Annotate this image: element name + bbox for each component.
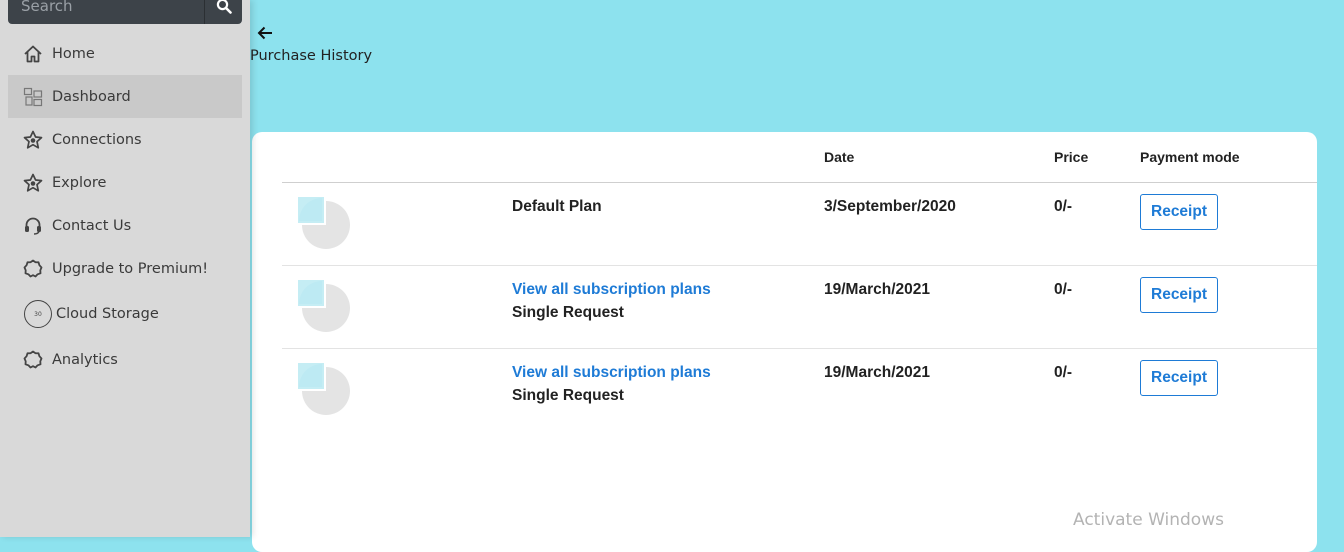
sidebar-item-label: Upgrade to Premium!: [52, 260, 209, 277]
price-cell: 0/-: [1054, 364, 1073, 381]
plan-name: Single Request: [512, 304, 624, 321]
star-badge-icon: [22, 129, 44, 151]
table-header: Date Price Payment mode: [282, 132, 1317, 183]
date-cell: 19/March/2021: [824, 364, 930, 381]
table-row: View all subscription plans Single Reque…: [282, 265, 1317, 349]
column-header-payment-mode: Payment mode: [1140, 149, 1240, 165]
dashboard-icon: [22, 86, 44, 108]
column-header-date: Date: [824, 149, 855, 165]
sidebar-nav: Home Dashboard Connections Explore Conta…: [8, 32, 242, 381]
sidebar-item-label: Contact Us: [52, 217, 132, 234]
purchase-history-card: Date Price Payment mode Default Plan 3/S…: [252, 132, 1317, 552]
plan-cell: View all subscription plans Single Reque…: [512, 364, 711, 405]
plan-icon: [298, 197, 350, 249]
headset-icon: [22, 215, 44, 237]
sidebar-item-contact-us[interactable]: Contact Us: [8, 204, 242, 247]
sidebar-item-label: Connections: [52, 131, 142, 148]
price-cell: 0/-: [1054, 281, 1073, 298]
sidebar-item-explore[interactable]: Explore: [8, 161, 242, 204]
sidebar: Home Dashboard Connections Explore Conta…: [0, 0, 250, 537]
back-arrow-icon[interactable]: [256, 24, 274, 42]
receipt-button[interactable]: Receipt: [1140, 360, 1218, 396]
sidebar-item-connections[interactable]: Connections: [8, 118, 242, 161]
search-input[interactable]: [8, 0, 196, 24]
receipt-button[interactable]: Receipt: [1140, 194, 1218, 230]
plan-icon: [298, 363, 350, 415]
star-badge-icon: [22, 172, 44, 194]
sidebar-item-home[interactable]: Home: [8, 32, 242, 75]
column-header-price: Price: [1054, 149, 1089, 165]
sidebar-item-label: Home: [52, 45, 95, 62]
storage-badge: 30: [24, 300, 52, 328]
table-row: Default Plan 3/September/2020 0/- Receip…: [282, 182, 1317, 266]
plan-cell: Default Plan: [512, 198, 602, 216]
date-cell: 3/September/2020: [824, 198, 956, 215]
gear-icon: [22, 258, 44, 280]
sidebar-item-analytics[interactable]: Analytics: [8, 338, 242, 381]
storage-circle-icon: 30: [24, 300, 52, 328]
search-bar: [8, 0, 242, 24]
view-subscription-plans-link[interactable]: View all subscription plans: [512, 364, 711, 382]
plan-name: Default Plan: [512, 198, 602, 215]
view-subscription-plans-link[interactable]: View all subscription plans: [512, 281, 711, 299]
search-icon: [216, 0, 232, 14]
sidebar-item-label: Analytics: [52, 351, 118, 368]
plan-name: Single Request: [512, 387, 624, 404]
search-button[interactable]: [204, 0, 243, 24]
sidebar-item-label: Cloud Storage: [56, 306, 159, 322]
plan-icon: [298, 280, 350, 332]
activate-windows-watermark: Activate Windows: [1073, 510, 1224, 530]
gear-icon: [22, 349, 44, 371]
sidebar-item-upgrade[interactable]: Upgrade to Premium!: [8, 247, 242, 290]
date-cell: 19/March/2021: [824, 281, 930, 298]
sidebar-item-label: Explore: [52, 174, 107, 191]
price-cell: 0/-: [1054, 198, 1073, 215]
sidebar-item-label: Dashboard: [52, 88, 131, 105]
home-icon: [22, 43, 44, 65]
sidebar-item-cloud-storage[interactable]: 30 Cloud Storage: [8, 290, 242, 338]
page-title: Purchase History: [250, 48, 373, 64]
table-row: View all subscription plans Single Reque…: [282, 348, 1317, 431]
plan-cell: View all subscription plans Single Reque…: [512, 281, 711, 322]
receipt-button[interactable]: Receipt: [1140, 277, 1218, 313]
sidebar-item-dashboard[interactable]: Dashboard: [8, 75, 242, 118]
